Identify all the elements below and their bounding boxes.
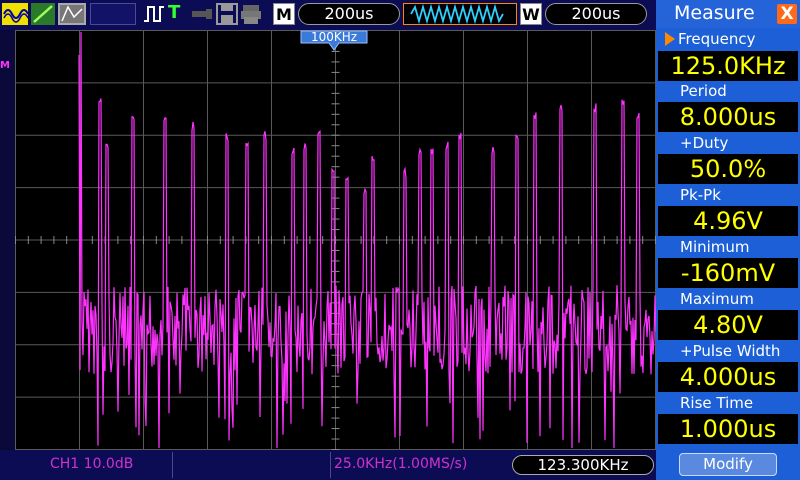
measure-panel: Measure X Frequency 125.0KHz Period 8.00… bbox=[656, 0, 800, 480]
ref-channel-icon[interactable] bbox=[58, 3, 86, 25]
math-channel-marker: M bbox=[0, 60, 10, 71]
window-mode-button[interactable]: W bbox=[520, 3, 542, 25]
panel-header: Measure X bbox=[656, 0, 800, 28]
close-button[interactable]: X bbox=[777, 4, 797, 24]
measure-value-minimum[interactable]: -160mV bbox=[658, 258, 798, 288]
horizontal-timebase[interactable]: 200us bbox=[298, 3, 400, 25]
window-timebase[interactable]: 200us bbox=[545, 3, 647, 25]
measure-value-pulse-width[interactable]: 4.000us bbox=[658, 362, 798, 392]
top-toolbar: T M 200us W 200us bbox=[0, 0, 656, 30]
measure-label-period: Period bbox=[680, 82, 727, 100]
channel-waveform-icon[interactable] bbox=[2, 3, 28, 25]
measure-label-pkpk: Pk-Pk bbox=[680, 186, 721, 204]
measure-label-minimum: Minimum bbox=[680, 238, 750, 256]
memory-window-icon bbox=[403, 3, 517, 25]
measure-label-pulse-width: +Pulse Width bbox=[680, 342, 781, 360]
printer-icon[interactable] bbox=[240, 3, 262, 25]
panel-title: Measure bbox=[674, 2, 755, 24]
measure-value-duty[interactable]: 50.0% bbox=[658, 154, 798, 184]
measure-label-rise-time: Rise Time bbox=[680, 394, 754, 412]
measure-label-duty: +Duty bbox=[680, 134, 729, 152]
channel-scale-label: CH1 10.0dB bbox=[50, 456, 134, 472]
modify-button[interactable]: Modify bbox=[679, 453, 777, 476]
fft-display: 100KHz bbox=[15, 30, 656, 450]
empty-slot bbox=[90, 3, 136, 25]
usb-icon bbox=[192, 9, 212, 19]
math-channel-icon[interactable] bbox=[31, 3, 55, 25]
save-icon[interactable] bbox=[216, 3, 238, 25]
trigger-status: T bbox=[168, 2, 181, 23]
separator bbox=[330, 452, 331, 478]
measure-label-frequency: Frequency bbox=[678, 30, 756, 48]
horizontal-mode-button[interactable]: M bbox=[273, 3, 295, 25]
cursor-frequency-readout: 123.300KHz bbox=[512, 455, 654, 475]
measure-value-pkpk[interactable]: 4.96V bbox=[658, 206, 798, 236]
measure-value-rise-time[interactable]: 1.000us bbox=[658, 414, 798, 444]
measure-label-maximum: Maximum bbox=[680, 290, 754, 308]
measure-value-frequency[interactable]: 125.0KHz bbox=[658, 51, 798, 81]
measure-value-maximum[interactable]: 4.80V bbox=[658, 310, 798, 340]
center-marker-label: 100KHz bbox=[311, 30, 357, 44]
trigger-edge-icon[interactable] bbox=[142, 3, 166, 25]
measure-value-period[interactable]: 8.000us bbox=[658, 102, 798, 132]
separator bbox=[172, 452, 173, 478]
sample-rate-label: 25.0KHz(1.00MS/s) bbox=[334, 456, 468, 472]
